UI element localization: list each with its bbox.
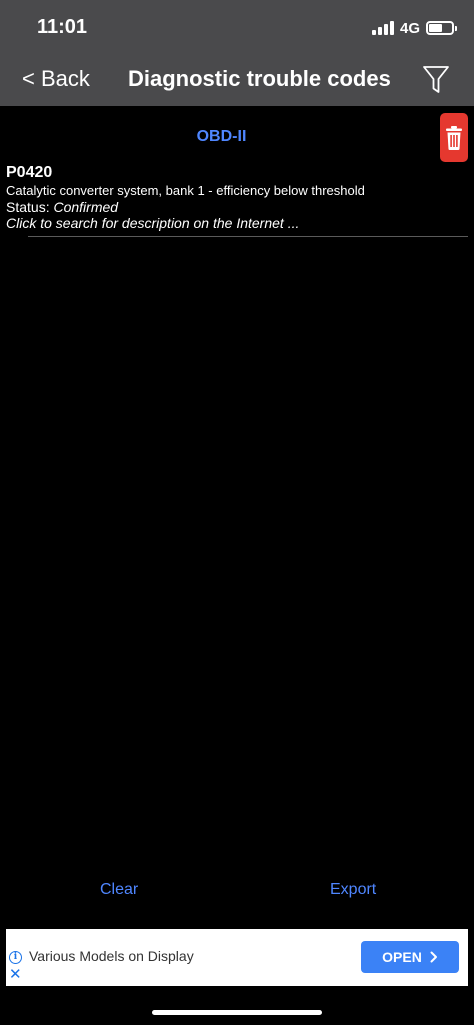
ad-banner[interactable]: i ✕ Various Models on Display OPEN [6, 929, 468, 986]
trash-icon [446, 125, 462, 150]
chevron-right-icon [430, 951, 437, 963]
ad-close-icon[interactable]: ✕ [9, 967, 22, 982]
filter-button[interactable] [421, 64, 451, 96]
ad-text: Various Models on Display [29, 948, 194, 964]
dtc-status: Status: Confirmed [6, 199, 118, 215]
section-title: OBD-II [196, 128, 247, 145]
dtc-status-value: Confirmed [53, 199, 119, 215]
clear-button[interactable]: Clear [100, 881, 138, 899]
cellular-signal-icon [371, 21, 394, 35]
battery-icon [426, 21, 457, 35]
dtc-code: P0420 [6, 164, 53, 181]
battery-fill [429, 24, 443, 32]
filter-funnel-icon [423, 66, 449, 93]
status-indicators: 4G [371, 18, 457, 38]
top-bar: 11:01 4G < Back Diagnostic trouble codes [0, 0, 474, 106]
home-indicator[interactable] [152, 1010, 322, 1015]
dtc-search-link[interactable]: Click to search for description on the I… [6, 215, 299, 231]
ad-open-label: OPEN [382, 949, 422, 965]
dtc-description: Catalytic converter system, bank 1 - eff… [6, 183, 365, 198]
export-button[interactable]: Export [330, 881, 376, 899]
dtc-list-item[interactable]: P0420 Catalytic converter system, bank 1… [0, 162, 474, 238]
ad-open-button[interactable]: OPEN [361, 941, 459, 973]
page-title: Diagnostic trouble codes [128, 66, 391, 91]
status-time: 11:01 [37, 16, 88, 38]
dtc-status-label: Status: [6, 199, 54, 215]
delete-button[interactable] [440, 113, 468, 162]
network-type: 4G [399, 19, 420, 37]
ad-info-icon[interactable]: i [9, 951, 22, 964]
list-divider [28, 236, 468, 237]
back-button[interactable]: < Back [22, 66, 90, 92]
